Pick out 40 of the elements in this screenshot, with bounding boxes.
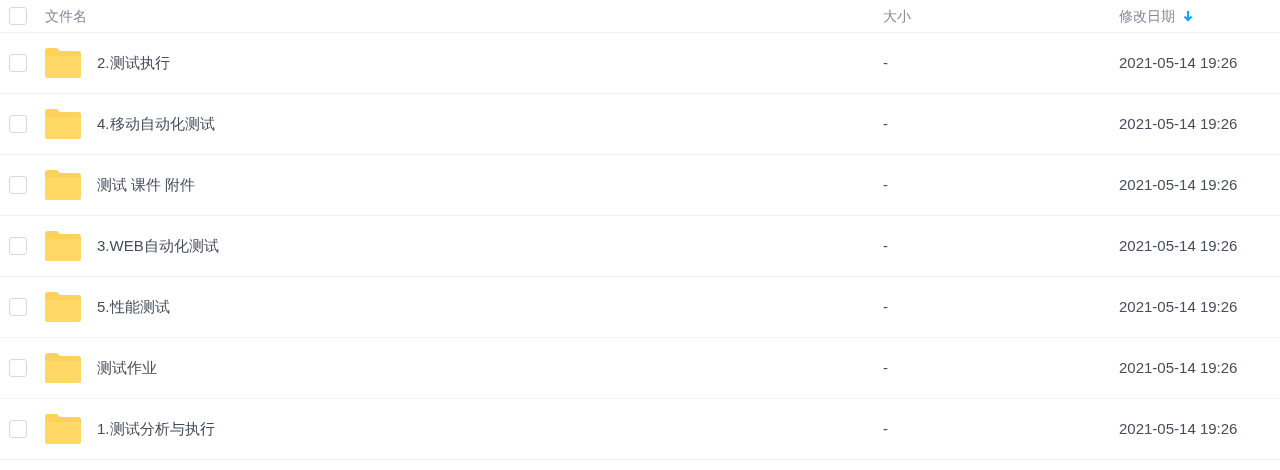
column-header[interactable]: 大小 [883, 5, 911, 27]
file-size: - [883, 236, 888, 254]
file-size: - [883, 358, 888, 376]
column-header[interactable]: 修改日期 [1119, 5, 1193, 27]
checkbox[interactable] [9, 54, 27, 72]
modified-date: 2021-05-14 19:26 [1119, 419, 1238, 437]
column-header[interactable]: 文件名 [45, 5, 87, 27]
checkbox[interactable] [9, 359, 27, 377]
file-name[interactable]: 4.移动自动化测试 [97, 112, 215, 136]
modified-date: 2021-05-14 19:26 [1119, 236, 1238, 254]
folder-icon [45, 292, 81, 322]
checkbox[interactable] [9, 176, 27, 194]
folder-icon [45, 414, 81, 444]
sort-arrow-icon[interactable] [1183, 10, 1193, 22]
file-name[interactable]: 测试作业 [97, 356, 157, 380]
checkbox[interactable] [9, 237, 27, 255]
checkbox[interactable] [9, 298, 27, 316]
modified-date: 2021-05-14 19:26 [1119, 175, 1238, 193]
folder-icon [45, 48, 81, 78]
file-name[interactable]: 2.测试执行 [97, 51, 170, 75]
modified-date: 2021-05-14 19:26 [1119, 114, 1238, 132]
folder-icon [45, 231, 81, 261]
modified-date: 2021-05-14 19:26 [1119, 297, 1238, 315]
modified-date: 2021-05-14 19:26 [1119, 53, 1238, 71]
file-size: - [883, 114, 888, 132]
folder-icon [45, 109, 81, 139]
file-name[interactable]: 3.WEB自动化测试 [97, 234, 219, 258]
checkbox[interactable] [9, 420, 27, 438]
folder-icon [45, 353, 81, 383]
modified-date: 2021-05-14 19:26 [1119, 358, 1238, 376]
file-name[interactable]: 5.性能测试 [97, 295, 170, 319]
file-size: - [883, 175, 888, 193]
file-name[interactable]: 1.测试分析与执行 [97, 417, 215, 441]
file-size: - [883, 419, 888, 437]
file-name[interactable]: 测试 课件 附件 [97, 173, 196, 197]
folder-icon [45, 170, 81, 200]
file-size: - [883, 53, 888, 71]
checkbox[interactable] [9, 115, 27, 133]
checkbox[interactable] [9, 7, 27, 25]
file-size: - [883, 297, 888, 315]
